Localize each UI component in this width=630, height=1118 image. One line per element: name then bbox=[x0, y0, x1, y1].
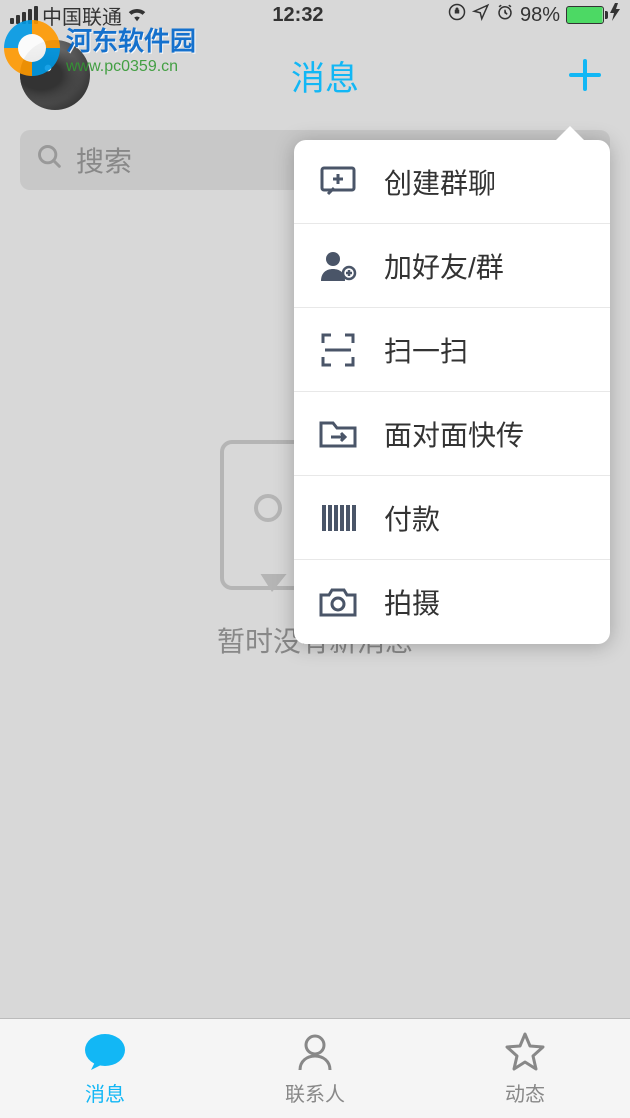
status-bar: 中国联通 12:32 98% bbox=[0, 0, 630, 30]
camera-icon bbox=[318, 582, 358, 622]
contacts-tab-icon bbox=[293, 1030, 337, 1074]
dropdown-add-friend[interactable]: 加好友/群 bbox=[294, 224, 610, 308]
create-group-icon bbox=[318, 162, 358, 202]
dropdown-transfer[interactable]: 面对面快传 bbox=[294, 392, 610, 476]
dropdown-camera[interactable]: 拍摄 bbox=[294, 560, 610, 644]
add-friend-icon bbox=[318, 246, 358, 286]
tab-label: 动态 bbox=[505, 1078, 545, 1107]
messages-tab-icon bbox=[83, 1030, 127, 1074]
dropdown-create-group[interactable]: 创建群聊 bbox=[294, 140, 610, 224]
avatar[interactable] bbox=[20, 40, 90, 110]
dropdown-item-label: 拍摄 bbox=[384, 582, 440, 622]
charging-icon bbox=[610, 3, 620, 27]
plus-dropdown: 创建群聊 加好友/群 扫一扫 面对面快传 付款 拍摄 bbox=[294, 140, 610, 644]
dropdown-item-label: 面对面快传 bbox=[384, 414, 524, 454]
scan-icon bbox=[318, 330, 358, 370]
carrier-label: 中国联通 bbox=[42, 1, 122, 30]
signal-icon bbox=[10, 6, 38, 24]
orientation-lock-icon bbox=[448, 3, 466, 27]
status-right: 98% bbox=[448, 3, 620, 27]
battery-percent: 98% bbox=[520, 4, 560, 27]
location-icon bbox=[472, 3, 490, 27]
status-left: 中国联通 bbox=[10, 1, 148, 30]
moments-tab-icon bbox=[503, 1030, 547, 1074]
dropdown-item-label: 加好友/群 bbox=[384, 246, 504, 286]
tab-bar: 消息 联系人 动态 bbox=[0, 1018, 630, 1118]
wifi-icon bbox=[126, 2, 148, 28]
search-icon bbox=[36, 143, 64, 178]
tab-label: 联系人 bbox=[285, 1078, 345, 1107]
dropdown-payment[interactable]: 付款 bbox=[294, 476, 610, 560]
tab-moments[interactable]: 动态 bbox=[420, 1019, 630, 1118]
dropdown-scan[interactable]: 扫一扫 bbox=[294, 308, 610, 392]
dropdown-item-label: 创建群聊 bbox=[384, 162, 496, 202]
battery-icon bbox=[566, 6, 604, 24]
payment-icon bbox=[318, 498, 358, 538]
transfer-icon bbox=[318, 414, 358, 454]
tab-messages[interactable]: 消息 bbox=[0, 1019, 210, 1118]
nav-header: 消息 bbox=[0, 30, 630, 120]
search-placeholder: 搜索 bbox=[76, 140, 132, 180]
tab-label: 消息 bbox=[85, 1078, 125, 1107]
status-time: 12:32 bbox=[148, 4, 448, 27]
add-button[interactable] bbox=[560, 50, 610, 100]
dropdown-item-label: 付款 bbox=[384, 498, 440, 538]
page-title: 消息 bbox=[90, 51, 560, 100]
alarm-icon bbox=[496, 3, 514, 27]
dropdown-item-label: 扫一扫 bbox=[384, 330, 468, 370]
tab-contacts[interactable]: 联系人 bbox=[210, 1019, 420, 1118]
